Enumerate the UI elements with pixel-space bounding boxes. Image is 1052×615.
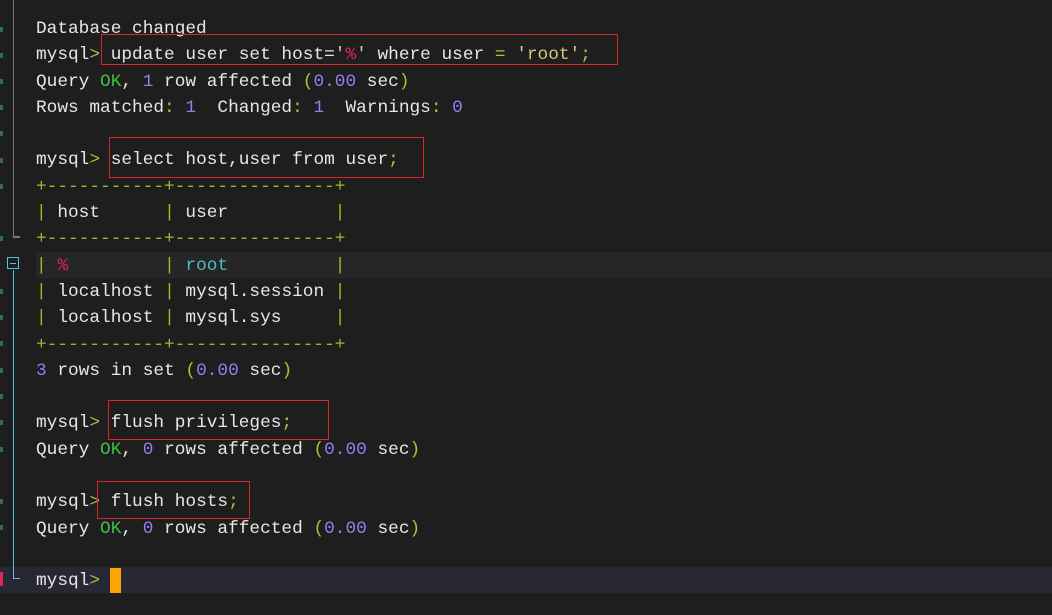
output-line: 3 rows in set (0.00 sec) — [36, 358, 591, 384]
text-token: 1 — [302, 97, 325, 118]
annotation-box-flush-privileges — [108, 400, 329, 440]
text-token: Query — [36, 518, 101, 539]
fold-guide-end — [13, 578, 20, 579]
text-cursor[interactable] — [110, 568, 121, 593]
text-token: 0 — [441, 97, 463, 118]
text-token: sec — [366, 518, 410, 539]
text-token: OK — [100, 518, 122, 539]
text-token: 1 — [142, 71, 154, 92]
text-token: 0 — [142, 518, 154, 539]
text-token: | — [164, 308, 175, 329]
text-token: | — [36, 281, 47, 302]
text-token: mysql.session — [174, 281, 335, 302]
text-token: sec — [238, 360, 282, 381]
text-token: | — [334, 255, 346, 276]
text-token: : — [164, 97, 175, 118]
text-token: 0 — [142, 439, 154, 460]
text-token: , — [121, 439, 143, 460]
text-token: | — [334, 308, 346, 329]
prompt-label: mysql — [36, 413, 90, 434]
text-token: ( — [185, 360, 197, 381]
text-token: ) — [409, 518, 421, 539]
text-token: % — [46, 255, 165, 276]
prompt-arrow-icon: > — [89, 571, 111, 592]
text-token: mysql.sys — [174, 308, 335, 329]
text-token: host — [46, 203, 165, 224]
text-token: 0.00 — [324, 439, 367, 460]
text-token: 0.00 — [313, 71, 357, 92]
text-token: row affected — [153, 71, 303, 92]
text-token: OK — [100, 439, 122, 460]
text-token: : — [430, 97, 442, 118]
text-token: localhost — [46, 281, 165, 302]
output-line: | localhost | mysql.sys | — [36, 305, 591, 331]
text-token: ) — [398, 71, 410, 92]
output-line: Query OK, 0 rows affected (0.00 sec) — [36, 437, 591, 463]
text-token: | — [164, 203, 175, 224]
fold-guide-line — [13, 270, 14, 579]
output-line: Query OK, 1 row affected (0.00 sec) — [36, 69, 591, 95]
text-token: +-----------+---------------+ — [36, 176, 346, 197]
annotation-box-flush-hosts — [97, 481, 250, 519]
text-token: ( — [302, 71, 314, 92]
annotation-box-update — [101, 34, 618, 65]
text-token: Warnings — [324, 97, 431, 118]
text-token: +-----------+---------------+ — [36, 229, 346, 250]
text-token: root — [174, 255, 335, 276]
output-line: | localhost | mysql.session | — [36, 279, 591, 305]
text-token: rows in set — [46, 360, 186, 381]
text-token: | — [36, 203, 47, 224]
text-token: , — [121, 71, 143, 92]
text-token: sec — [356, 71, 399, 92]
text-token: sec — [366, 439, 410, 460]
prompt-label: mysql — [36, 571, 90, 592]
text-token: localhost — [46, 308, 165, 329]
gutter-markers — [0, 0, 6, 615]
prompt-arrow-icon: > — [89, 150, 111, 171]
text-token: 1 — [174, 97, 197, 118]
prompt-label: mysql — [36, 150, 90, 171]
text-token: +-----------+---------------+ — [36, 334, 346, 355]
output-line: +-----------+---------------+ — [36, 332, 591, 358]
text-token: user — [174, 203, 335, 224]
text-token: 3 — [36, 360, 47, 381]
text-token: | — [164, 255, 175, 276]
text-token: Rows matched — [36, 97, 165, 118]
output-line: Rows matched: 1 Changed: 1 Warnings: 0 — [36, 95, 591, 121]
prompt-label: mysql — [36, 492, 90, 513]
output-line: | % | root | — [36, 253, 591, 279]
text-token: Query — [36, 439, 101, 460]
fold-guide-end — [13, 236, 20, 238]
text-token: | — [36, 255, 47, 276]
text-token: rows affected — [153, 439, 314, 460]
text-token: Query — [36, 71, 101, 92]
error-marker — [0, 572, 3, 586]
text-token: OK — [100, 71, 122, 92]
text-token: ) — [409, 439, 421, 460]
text-token: rows affected — [153, 518, 314, 539]
text-token: | — [334, 203, 346, 224]
text-token: , — [121, 518, 143, 539]
annotation-box-select — [109, 137, 424, 178]
text-token: ( — [313, 518, 325, 539]
fold-guide-line — [13, 0, 14, 237]
prompt-label: mysql — [36, 45, 90, 66]
text-token: | — [334, 281, 346, 302]
collapse-icon[interactable] — [7, 257, 19, 269]
text-token: ) — [281, 360, 293, 381]
text-token: Changed — [196, 97, 293, 118]
text-token: | — [36, 308, 47, 329]
text-token: 0.00 — [324, 518, 367, 539]
output-line: Query OK, 0 rows affected (0.00 sec) — [36, 516, 591, 542]
text-token: 0.00 — [196, 360, 239, 381]
output-line: | host | user | — [36, 200, 591, 226]
text-token: | — [164, 281, 175, 302]
text-token: : — [292, 97, 303, 118]
output-line: +-----------+---------------+ — [36, 226, 591, 252]
text-token: ( — [313, 439, 325, 460]
